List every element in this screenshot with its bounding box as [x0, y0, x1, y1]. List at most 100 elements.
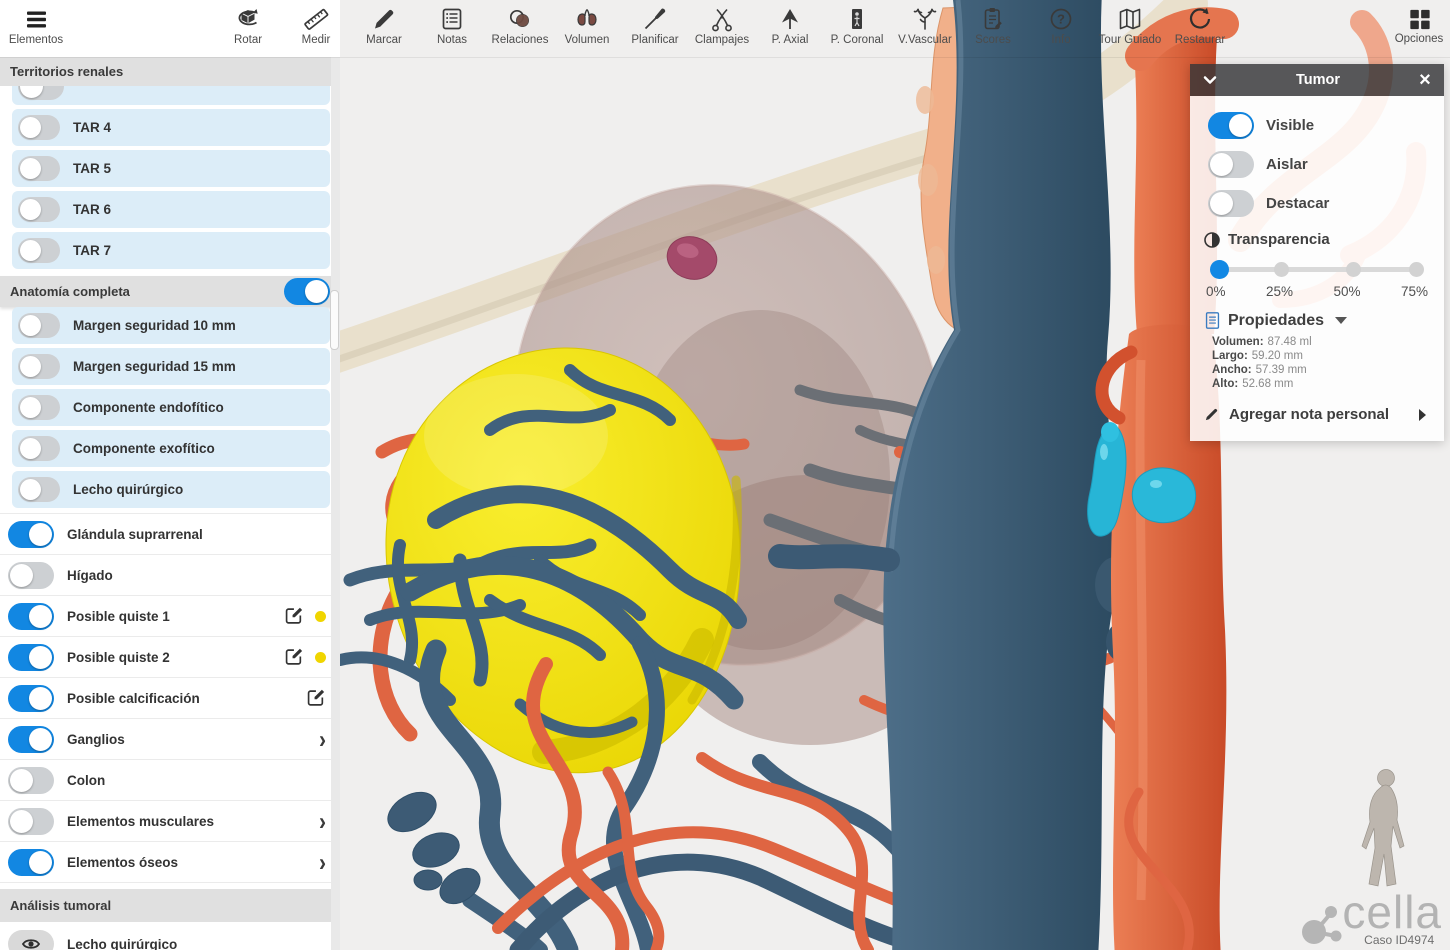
- edit-icon[interactable]: [282, 646, 304, 668]
- slider-stop-75[interactable]: [1409, 262, 1424, 277]
- sidebar-item-exofitico[interactable]: Componente exofítico: [12, 430, 330, 467]
- toggle[interactable]: [8, 644, 54, 671]
- toggle[interactable]: [18, 395, 60, 420]
- volume-button[interactable]: Volumen: [552, 5, 622, 46]
- sidebar-item-endofitico[interactable]: Componente endofítico: [12, 389, 330, 426]
- sidebar-scrollbar[interactable]: [331, 57, 340, 950]
- slider-label[interactable]: 25%: [1266, 284, 1293, 299]
- toggle[interactable]: [18, 115, 60, 140]
- toggle[interactable]: [8, 685, 54, 712]
- item-label: Lecho quirúrgico: [67, 937, 177, 950]
- relations-button[interactable]: Relaciones: [485, 5, 555, 46]
- slider-label[interactable]: 75%: [1401, 284, 1428, 299]
- edit-icon[interactable]: [282, 605, 304, 627]
- scrollbar-thumb[interactable]: [330, 290, 339, 350]
- isolate-toggle-row[interactable]: Aislar: [1208, 151, 1430, 178]
- section-header-anatomia[interactable]: Anatomía completa: [0, 276, 340, 307]
- scalpel-icon: [641, 5, 669, 33]
- plan-button[interactable]: Planificar: [620, 5, 690, 46]
- toggle[interactable]: [18, 477, 60, 502]
- sidebar-item-tar4[interactable]: TAR 4: [12, 109, 330, 146]
- slider-stop-25[interactable]: [1274, 262, 1289, 277]
- sidebar-item-margen15[interactable]: Margen seguridad 15 mm: [12, 348, 330, 385]
- slider-label[interactable]: 0%: [1206, 284, 1226, 299]
- sidebar-item-quiste2[interactable]: Posible quiste 2: [0, 637, 340, 678]
- toggle[interactable]: [284, 278, 330, 305]
- dropdown-caret-icon[interactable]: [1335, 317, 1347, 324]
- item-label: Margen seguridad 10 mm: [73, 318, 236, 333]
- sidebar-item-margen10[interactable]: Margen seguridad 10 mm: [12, 307, 330, 344]
- sidebar-item-lecho-analisis[interactable]: Lecho quirúrgico: [0, 922, 340, 950]
- chevron-right-icon[interactable]: ›: [319, 726, 326, 751]
- toggle[interactable]: [18, 238, 60, 263]
- slider-label[interactable]: 50%: [1333, 284, 1360, 299]
- collapse-panel-button[interactable]: [1190, 70, 1230, 90]
- elements-button[interactable]: Elementos: [4, 5, 68, 46]
- sidebar-item-tar7[interactable]: TAR 7: [12, 232, 330, 269]
- info-button[interactable]: ? Info: [1026, 5, 1096, 46]
- slider-track[interactable]: [1212, 267, 1422, 272]
- sidebar-item-tar5[interactable]: TAR 5: [12, 150, 330, 187]
- sidebar-item-calcificacion[interactable]: Posible calcificación: [0, 678, 340, 719]
- tumor-panel: Tumor × Visible Aislar Destacar Transpar…: [1190, 64, 1444, 441]
- rotate-button[interactable]: Rotar: [213, 5, 283, 46]
- options-button[interactable]: Opciones: [1384, 5, 1450, 45]
- restore-button[interactable]: Restaurar: [1165, 5, 1235, 46]
- toggle[interactable]: [18, 354, 60, 379]
- sidebar-item-ganglios[interactable]: Ganglios ›: [0, 719, 340, 760]
- chevron-right-icon[interactable]: ›: [319, 808, 326, 833]
- add-note-label: Agregar nota personal: [1229, 406, 1389, 423]
- relations-icon: [506, 5, 534, 33]
- sidebar-item-musculares[interactable]: Elementos musculares ›: [0, 801, 340, 842]
- visibility-pill[interactable]: [8, 930, 54, 950]
- sidebar-item-higado[interactable]: Hígado: [0, 555, 340, 596]
- clamps-button[interactable]: Clampajes: [687, 5, 757, 46]
- toggle[interactable]: [18, 313, 60, 338]
- coronal-plane-button[interactable]: P. Coronal: [822, 5, 892, 46]
- guided-tour-button[interactable]: Tour Guiado: [1095, 5, 1165, 46]
- properties-header[interactable]: Propiedades: [1204, 311, 1430, 330]
- item-label: Posible calcificación: [67, 691, 200, 706]
- toggle[interactable]: [8, 767, 54, 794]
- sidebar-item-quiste1[interactable]: Posible quiste 1: [0, 596, 340, 637]
- close-panel-button[interactable]: ×: [1406, 70, 1444, 90]
- toggle[interactable]: [1208, 190, 1254, 217]
- sidebar-item-colon[interactable]: Colon: [0, 760, 340, 801]
- toggle[interactable]: [18, 436, 60, 461]
- toggle[interactable]: [18, 156, 60, 181]
- vascular-view-button[interactable]: V.Vascular: [890, 5, 960, 46]
- sidebar-item-oseos[interactable]: Elementos óseos ›: [0, 842, 340, 883]
- add-note-button[interactable]: Agregar nota personal: [1204, 406, 1430, 423]
- sidebar-item-tar6[interactable]: TAR 6: [12, 191, 330, 228]
- slider-stop-50[interactable]: [1346, 262, 1361, 277]
- tool-label: P. Axial: [772, 34, 809, 46]
- sidebar-item-glandula[interactable]: Glándula suprarrenal: [0, 513, 340, 555]
- toggle[interactable]: [8, 808, 54, 835]
- mark-button[interactable]: Marcar: [349, 5, 419, 46]
- toggle[interactable]: [8, 726, 54, 753]
- section-title: Territorios renales: [10, 64, 123, 79]
- toggle[interactable]: [8, 521, 54, 548]
- toggle[interactable]: [18, 86, 64, 100]
- edit-icon[interactable]: [304, 687, 326, 709]
- notes-button[interactable]: Notas: [417, 5, 487, 46]
- measure-button[interactable]: Medir: [281, 5, 351, 46]
- visible-toggle-row[interactable]: Visible: [1208, 112, 1430, 139]
- sidebar-item-lecho-quirurgico[interactable]: Lecho quirúrgico: [12, 471, 330, 508]
- toggle[interactable]: [8, 849, 54, 876]
- transparency-label: Transparencia: [1228, 231, 1330, 248]
- transparency-slider[interactable]: [1210, 260, 1424, 278]
- toggle[interactable]: [18, 197, 60, 222]
- scores-button[interactable]: Scores: [958, 5, 1028, 46]
- notes-icon: [438, 5, 466, 33]
- toggle[interactable]: [8, 562, 54, 589]
- chevron-right-icon[interactable]: ›: [319, 849, 326, 874]
- axial-plane-button[interactable]: P. Axial: [755, 5, 825, 46]
- section-title: Anatomía completa: [10, 284, 130, 299]
- toggle[interactable]: [8, 603, 54, 630]
- toggle[interactable]: [1208, 151, 1254, 178]
- toggle[interactable]: [1208, 112, 1254, 139]
- list-item-partial[interactable]: [12, 86, 330, 105]
- highlight-toggle-row[interactable]: Destacar: [1208, 190, 1430, 217]
- slider-stop-0[interactable]: [1210, 260, 1229, 279]
